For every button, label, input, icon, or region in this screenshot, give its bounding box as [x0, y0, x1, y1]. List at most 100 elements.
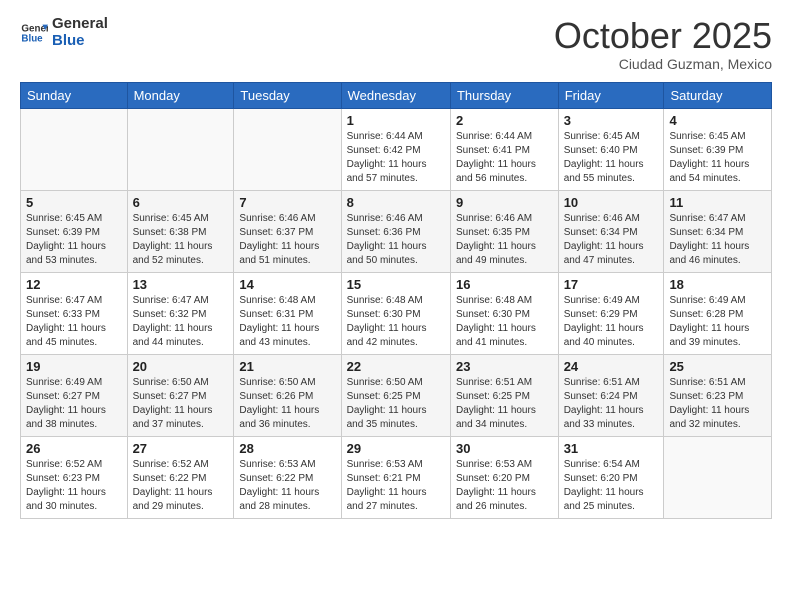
day-number: 19 — [26, 359, 122, 374]
day-info: Sunrise: 6:46 AM Sunset: 6:36 PM Dayligh… — [347, 212, 445, 268]
day-info: Sunrise: 6:49 AM Sunset: 6:27 PM Dayligh… — [26, 376, 122, 432]
logo-general: General — [52, 16, 108, 33]
day-info: Sunrise: 6:48 AM Sunset: 6:30 PM Dayligh… — [347, 294, 445, 350]
location-subtitle: Ciudad Guzman, Mexico — [554, 56, 772, 72]
calendar-table: SundayMondayTuesdayWednesdayThursdayFrid… — [20, 82, 772, 519]
day-number: 11 — [669, 195, 766, 210]
day-cell: 5 Sunrise: 6:45 AM Sunset: 6:39 PM Daylig… — [21, 190, 128, 272]
day-cell: 19 Sunrise: 6:49 AM Sunset: 6:27 PM Dayli… — [21, 354, 128, 436]
logo: General Blue General Blue — [20, 16, 108, 49]
day-info: Sunrise: 6:51 AM Sunset: 6:24 PM Dayligh… — [564, 376, 659, 432]
day-cell — [21, 108, 128, 190]
day-cell: 18 Sunrise: 6:49 AM Sunset: 6:28 PM Dayli… — [664, 272, 772, 354]
day-cell: 10Sunrise: 6:46 AM Sunset: 6:34 PM Dayli… — [558, 190, 664, 272]
weekday-header-row: SundayMondayTuesdayWednesdayThursdayFrid… — [21, 82, 772, 108]
day-number: 25 — [669, 359, 766, 374]
svg-text:Blue: Blue — [21, 33, 43, 44]
week-row-2: 5 Sunrise: 6:45 AM Sunset: 6:39 PM Daylig… — [21, 190, 772, 272]
day-number: 16 — [456, 277, 553, 292]
day-info: Sunrise: 6:45 AM Sunset: 6:39 PM Dayligh… — [669, 130, 766, 186]
day-number: 12 — [26, 277, 122, 292]
day-info: Sunrise: 6:53 AM Sunset: 6:22 PM Dayligh… — [239, 458, 335, 514]
day-cell: 3 Sunrise: 6:45 AM Sunset: 6:40 PM Daylig… — [558, 108, 664, 190]
day-number: 6 — [133, 195, 229, 210]
day-number: 13 — [133, 277, 229, 292]
day-cell — [234, 108, 341, 190]
day-number: 30 — [456, 441, 553, 456]
day-cell — [664, 436, 772, 518]
title-block: October 2025 Ciudad Guzman, Mexico — [554, 16, 772, 72]
day-cell: 13 Sunrise: 6:47 AM Sunset: 6:32 PM Dayli… — [127, 272, 234, 354]
day-info: Sunrise: 6:51 AM Sunset: 6:23 PM Dayligh… — [669, 376, 766, 432]
day-cell: 6Sunrise: 6:45 AM Sunset: 6:38 PM Daylig… — [127, 190, 234, 272]
day-info: Sunrise: 6:46 AM Sunset: 6:35 PM Dayligh… — [456, 212, 553, 268]
day-cell: 4 Sunrise: 6:45 AM Sunset: 6:39 PM Daylig… — [664, 108, 772, 190]
month-title: October 2025 — [554, 16, 772, 56]
day-cell: 29Sunrise: 6:53 AM Sunset: 6:21 PM Dayli… — [341, 436, 450, 518]
day-number: 29 — [347, 441, 445, 456]
day-number: 8 — [347, 195, 445, 210]
day-cell: 30 Sunrise: 6:53 AM Sunset: 6:20 PM Dayli… — [450, 436, 558, 518]
day-info: Sunrise: 6:47 AM Sunset: 6:33 PM Dayligh… — [26, 294, 122, 350]
header: General Blue General Blue October 2025 C… — [20, 16, 772, 72]
day-number: 21 — [239, 359, 335, 374]
day-info: Sunrise: 6:51 AM Sunset: 6:25 PM Dayligh… — [456, 376, 553, 432]
day-cell: 8 Sunrise: 6:46 AM Sunset: 6:36 PM Daylig… — [341, 190, 450, 272]
day-info: Sunrise: 6:49 AM Sunset: 6:28 PM Dayligh… — [669, 294, 766, 350]
day-info: Sunrise: 6:45 AM Sunset: 6:40 PM Dayligh… — [564, 130, 659, 186]
day-info: Sunrise: 6:54 AM Sunset: 6:20 PM Dayligh… — [564, 458, 659, 514]
day-info: Sunrise: 6:46 AM Sunset: 6:37 PM Dayligh… — [239, 212, 335, 268]
day-info: Sunrise: 6:47 AM Sunset: 6:32 PM Dayligh… — [133, 294, 229, 350]
day-info: Sunrise: 6:44 AM Sunset: 6:41 PM Dayligh… — [456, 130, 553, 186]
day-info: Sunrise: 6:50 AM Sunset: 6:27 PM Dayligh… — [133, 376, 229, 432]
day-info: Sunrise: 6:48 AM Sunset: 6:30 PM Dayligh… — [456, 294, 553, 350]
day-info: Sunrise: 6:52 AM Sunset: 6:22 PM Dayligh… — [133, 458, 229, 514]
day-number: 20 — [133, 359, 229, 374]
day-cell: 16 Sunrise: 6:48 AM Sunset: 6:30 PM Dayli… — [450, 272, 558, 354]
day-info: Sunrise: 6:48 AM Sunset: 6:31 PM Dayligh… — [239, 294, 335, 350]
day-cell: 27 Sunrise: 6:52 AM Sunset: 6:22 PM Dayli… — [127, 436, 234, 518]
day-cell: 21Sunrise: 6:50 AM Sunset: 6:26 PM Dayli… — [234, 354, 341, 436]
day-cell: 25 Sunrise: 6:51 AM Sunset: 6:23 PM Dayli… — [664, 354, 772, 436]
day-cell: 7 Sunrise: 6:46 AM Sunset: 6:37 PM Daylig… — [234, 190, 341, 272]
day-cell: 9Sunrise: 6:46 AM Sunset: 6:35 PM Daylig… — [450, 190, 558, 272]
weekday-monday: Monday — [127, 82, 234, 108]
day-cell: 22Sunrise: 6:50 AM Sunset: 6:25 PM Dayli… — [341, 354, 450, 436]
day-info: Sunrise: 6:53 AM Sunset: 6:20 PM Dayligh… — [456, 458, 553, 514]
week-row-5: 26Sunrise: 6:52 AM Sunset: 6:23 PM Dayli… — [21, 436, 772, 518]
day-number: 24 — [564, 359, 659, 374]
day-cell: 15 Sunrise: 6:48 AM Sunset: 6:30 PM Dayli… — [341, 272, 450, 354]
day-cell: 26Sunrise: 6:52 AM Sunset: 6:23 PM Dayli… — [21, 436, 128, 518]
day-number: 15 — [347, 277, 445, 292]
day-cell: 23Sunrise: 6:51 AM Sunset: 6:25 PM Dayli… — [450, 354, 558, 436]
day-number: 1 — [347, 113, 445, 128]
day-number: 18 — [669, 277, 766, 292]
weekday-tuesday: Tuesday — [234, 82, 341, 108]
day-number: 5 — [26, 195, 122, 210]
day-info: Sunrise: 6:45 AM Sunset: 6:39 PM Dayligh… — [26, 212, 122, 268]
day-number: 31 — [564, 441, 659, 456]
week-row-4: 19 Sunrise: 6:49 AM Sunset: 6:27 PM Dayli… — [21, 354, 772, 436]
weekday-friday: Friday — [558, 82, 664, 108]
day-number: 14 — [239, 277, 335, 292]
day-number: 26 — [26, 441, 122, 456]
day-number: 17 — [564, 277, 659, 292]
day-cell: 24 Sunrise: 6:51 AM Sunset: 6:24 PM Dayli… — [558, 354, 664, 436]
day-cell: 31 Sunrise: 6:54 AM Sunset: 6:20 PM Dayli… — [558, 436, 664, 518]
day-number: 7 — [239, 195, 335, 210]
day-number: 28 — [239, 441, 335, 456]
day-number: 3 — [564, 113, 659, 128]
day-number: 22 — [347, 359, 445, 374]
day-cell: 14 Sunrise: 6:48 AM Sunset: 6:31 PM Dayli… — [234, 272, 341, 354]
day-cell: 11Sunrise: 6:47 AM Sunset: 6:34 PM Dayli… — [664, 190, 772, 272]
day-cell: 12 Sunrise: 6:47 AM Sunset: 6:33 PM Dayli… — [21, 272, 128, 354]
page: General Blue General Blue October 2025 C… — [0, 0, 792, 612]
week-row-3: 12 Sunrise: 6:47 AM Sunset: 6:33 PM Dayli… — [21, 272, 772, 354]
day-cell: 17Sunrise: 6:49 AM Sunset: 6:29 PM Dayli… — [558, 272, 664, 354]
day-info: Sunrise: 6:44 AM Sunset: 6:42 PM Dayligh… — [347, 130, 445, 186]
weekday-sunday: Sunday — [21, 82, 128, 108]
day-number: 10 — [564, 195, 659, 210]
day-number: 4 — [669, 113, 766, 128]
day-cell: 2Sunrise: 6:44 AM Sunset: 6:41 PM Daylig… — [450, 108, 558, 190]
day-number: 27 — [133, 441, 229, 456]
